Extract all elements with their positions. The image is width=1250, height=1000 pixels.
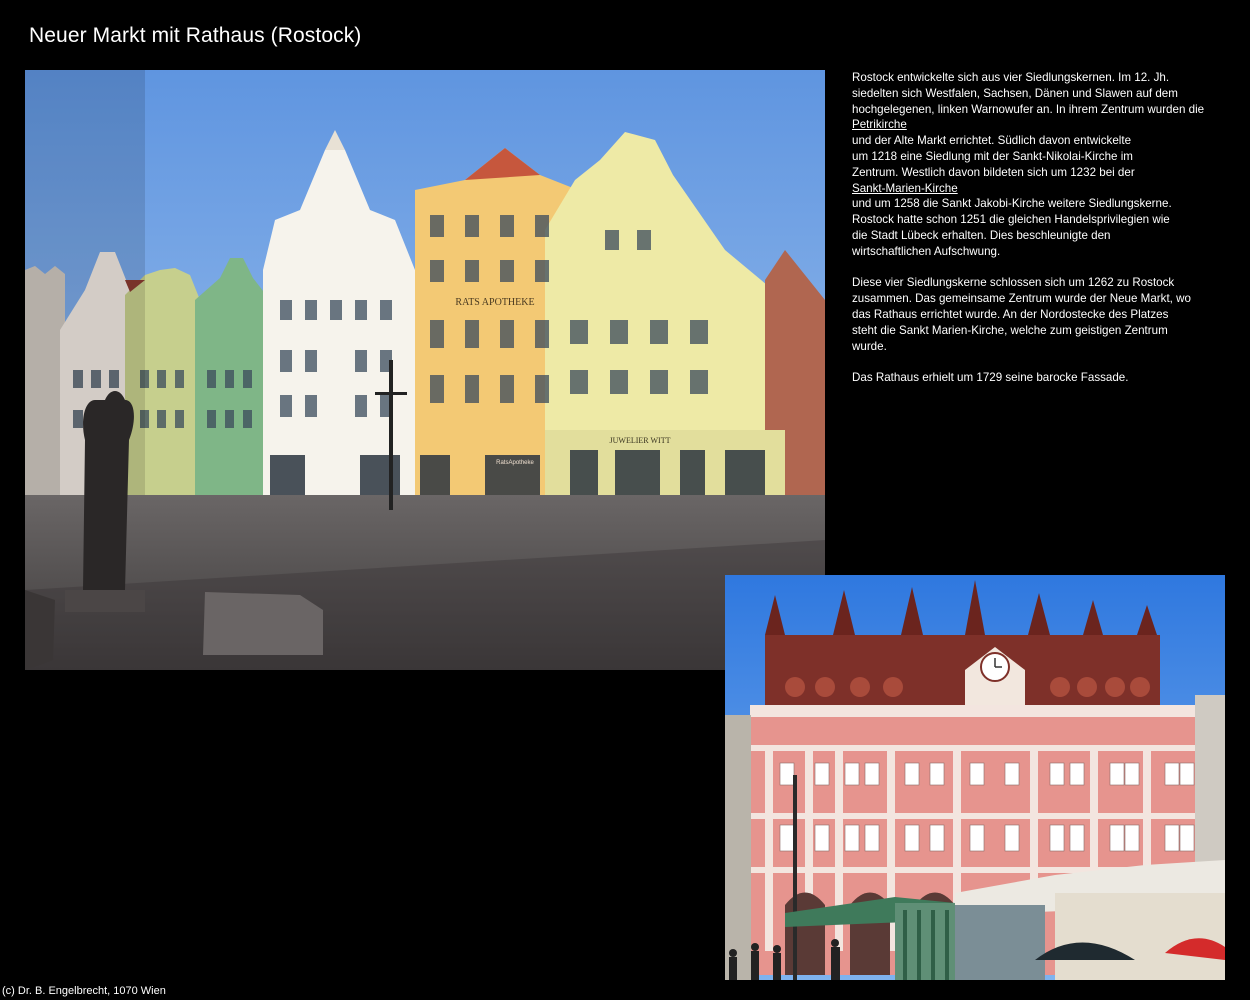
- copyright-footer: (c) Dr. B. Engelbrecht, 1070 Wien: [2, 985, 166, 997]
- text-line: Rostock hatte schon 1251 die gleichen Ha…: [852, 213, 1170, 227]
- text-line: zusammen. Das gemeinsame Zentrum wurde d…: [852, 292, 1191, 306]
- text-line: Rostock entwickelte sich aus vier Siedlu…: [852, 71, 1170, 84]
- text-line: Diese vier Siedlungskerne schlossen sich…: [852, 276, 1175, 290]
- text-line: und um 1258 die Sankt Jakobi-Kirche weit…: [852, 197, 1172, 211]
- photo-neuer-markt[interactable]: RATS APOTHEKE JUWELIER WITT RatsApotheke: [25, 70, 825, 670]
- link-sankt-marien-kirche[interactable]: Sankt-Marien-Kirche: [852, 182, 958, 195]
- sign-ratsapotheke-shop: RatsApotheke: [496, 460, 534, 466]
- text-line: das Rathaus errichtet wurde. An der Nord…: [852, 307, 1169, 321]
- text-line: hochgelegenen, linken Warnowufer an. In …: [852, 102, 1205, 116]
- page-title: Neuer Markt mit Rathaus (Rostock): [29, 24, 362, 47]
- text-line: um 1218 eine Siedlung mit der Sankt-Niko…: [852, 149, 1133, 163]
- paragraph-1: Rostock entwickelte sich aus vier Siedlu…: [852, 70, 1227, 260]
- text-line: wirtschaftlichen Aufschwung.: [852, 244, 1001, 258]
- sign-rats-apotheke: RATS APOTHEKE: [455, 297, 534, 308]
- sign-juwelier: JUWELIER WITT: [610, 436, 671, 445]
- photo-rathaus[interactable]: [725, 575, 1225, 980]
- paragraph-3: Das Rathaus erhielt um 1729 seine barock…: [852, 370, 1227, 386]
- text-line: steht die Sankt Marien-Kirche, welche zu…: [852, 323, 1168, 337]
- text-line: Das Rathaus erhielt um 1729 seine barock…: [852, 371, 1129, 385]
- text-line: siedelten sich Westfalen, Sachsen, Dänen…: [852, 86, 1178, 100]
- text-line: und der Alte Markt errichtet. Südlich da…: [852, 134, 1132, 148]
- text-line: die Stadt Lübeck erhalten. Dies beschleu…: [852, 228, 1111, 242]
- article-text: Rostock entwickelte sich aus vier Siedlu…: [852, 70, 1227, 402]
- paragraph-2: Diese vier Siedlungskerne schlossen sich…: [852, 275, 1227, 354]
- text-line: Zentrum. Westlich davon bildeten sich um…: [852, 165, 1135, 179]
- link-petrikirche[interactable]: Petrikirche: [852, 118, 907, 131]
- text-line: wurde.: [852, 339, 887, 353]
